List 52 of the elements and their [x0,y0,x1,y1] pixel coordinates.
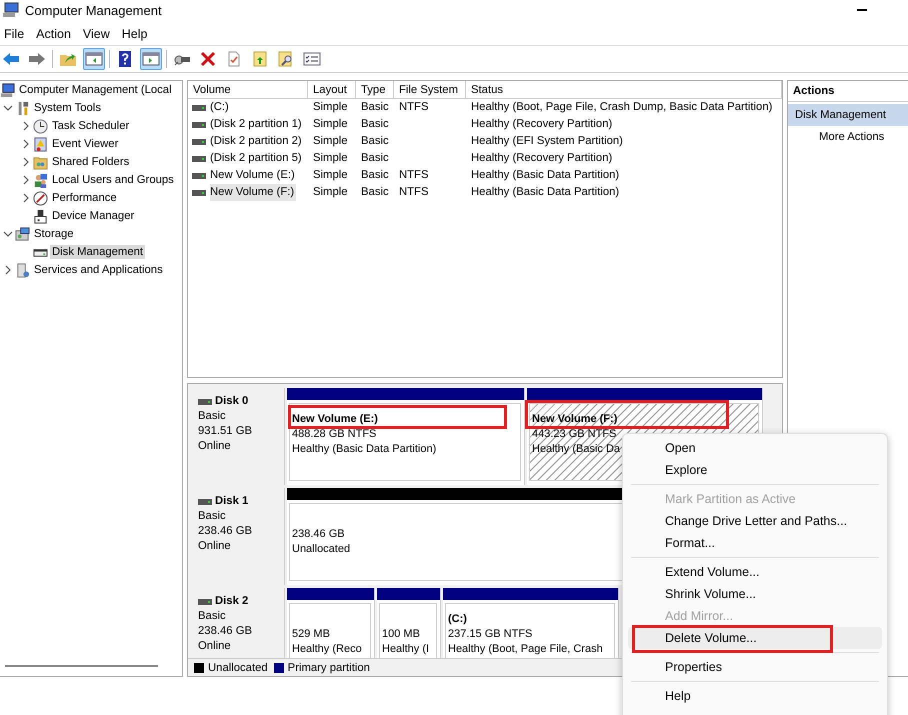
table-cell-text: Basic [361,185,389,200]
table-cell-text: Simple [313,185,348,200]
table-cell-text: Simple [313,100,348,115]
partition-status: Healthy (Reco [292,642,362,657]
partition-title: New Volume (F:) [532,412,618,427]
partition-title: New Volume (E:) [292,412,378,427]
disk-type: Basic [198,609,227,624]
table-cell-text: Simple [313,134,348,149]
table-cell-text: Basic [361,168,389,183]
table-cell-text: Basic [361,134,389,149]
disk-status: Online [198,639,232,654]
table-cell-text: NTFS [399,185,428,200]
disk-type: Basic [198,409,227,424]
table-cell-text: Healthy (Basic Data Partition) [471,168,620,183]
partition-status: Healthy (Boot, Page File, Crash [448,642,603,657]
table-cell-text: Basic [361,100,389,115]
partition-size: 443.23 GB NTFS [532,427,616,442]
disk-name: Disk 2 [215,594,248,609]
disk-status: Online [198,439,232,454]
table-cell-text: Healthy (Recovery Partition) [471,117,612,132]
disk-size: 931.51 GB [198,424,254,439]
table-cell-text: Basic [361,117,389,132]
partition-title: (C:) [448,612,467,627]
partition-status: Healthy (I [382,642,430,657]
legend-label: Unallocated [208,662,268,674]
table-cell-text: Healthy (Boot, Page File, Crash Dump, Basic Data Partition) [471,100,772,115]
actions-header: Actions [788,81,908,102]
partition-size: 238.46 GB [292,527,345,542]
disk-size: 238.46 GB [198,624,254,639]
table-cell-text: Healthy (Basic Data Partition) [471,185,620,200]
table-cell-text: Simple [313,117,348,132]
partition-size: 100 MB [382,627,420,642]
disk-name: Disk 1 [215,494,248,509]
table-cell-text: Simple [313,168,348,183]
table-cell-text: NTFS [399,100,428,115]
partition-status: Unallocated [292,542,350,557]
partition-size: 488.28 GB NTFS [292,427,376,442]
window-title: Computer Management [25,2,162,18]
table-cell-text: Healthy (EFI System Partition) [471,134,623,149]
table-cell-text: NTFS [399,168,428,183]
partition-size: 237.15 GB NTFS [448,627,532,642]
disk-name: Disk 0 [215,394,248,409]
partition-status: Healthy (Basic Da [532,442,620,457]
legend-label: Primary partition [288,662,370,674]
table-cell-text: Simple [313,151,348,166]
disk-status: Online [198,539,232,554]
partition-size: 529 MB [292,627,330,642]
table-cell-text: Basic [361,151,389,166]
table-cell-text: Healthy (Recovery Partition) [471,151,612,166]
disk-size: 238.46 GB [198,524,254,539]
disk-type: Basic [198,509,227,524]
partition-status: Healthy (Basic Data Partition) [292,442,436,457]
